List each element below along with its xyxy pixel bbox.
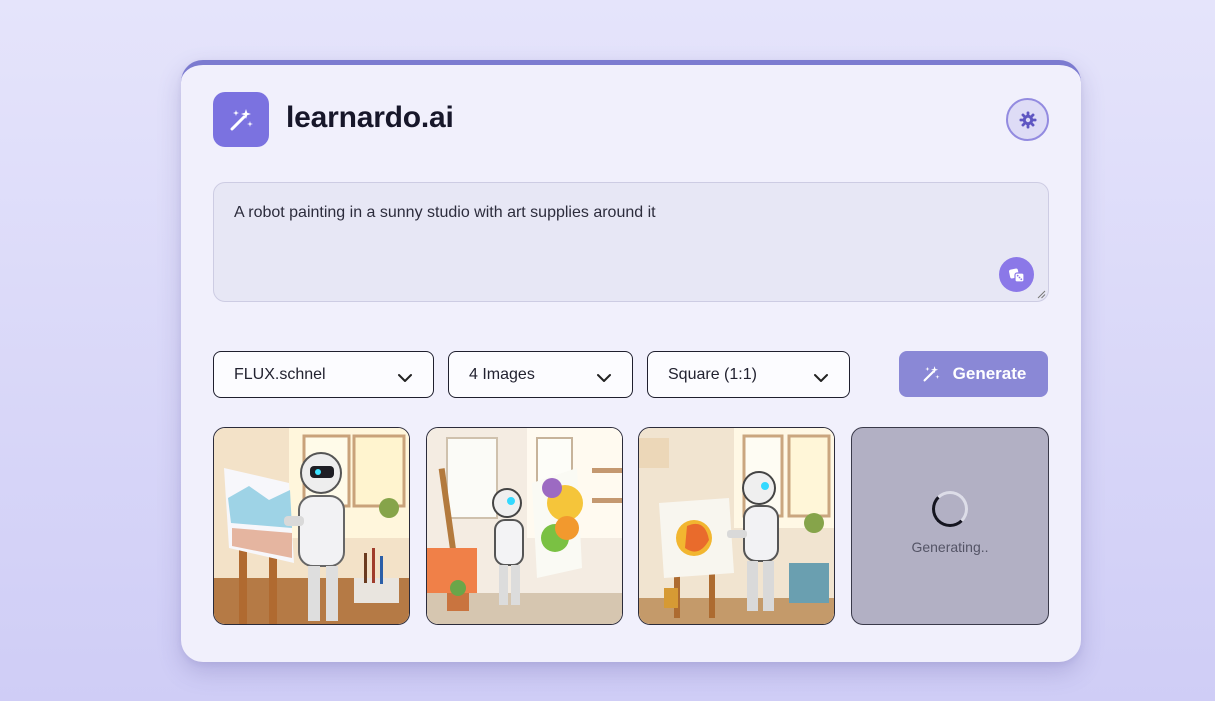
brand-name: learnardo.ai [286,101,454,134]
model-select[interactable]: FLUX.schnel [213,351,434,398]
generator-card: learnardo.ai A robot painting in a sunny… [181,60,1081,662]
chevron-down-icon [814,373,828,382]
image-count-select[interactable]: 4 Images [448,351,633,398]
generated-image-1[interactable] [213,427,410,625]
chevron-down-icon [398,373,412,382]
random-prompt-button[interactable] [999,257,1034,292]
generated-image-2[interactable] [426,427,623,625]
prompt-text: A robot painting in a sunny studio with … [234,204,656,221]
gear-icon [1019,111,1036,128]
dice-icon [1008,268,1025,283]
chevron-down-icon [597,373,611,382]
loading-text: Generating.. [911,539,989,555]
resize-handle[interactable] [1037,290,1046,299]
generate-button-label: Generate [952,364,1027,383]
generating-placeholder: Generating.. [851,427,1049,625]
magic-wand-icon [923,366,940,382]
generate-button[interactable]: Generate [899,351,1048,397]
aspect-ratio-select-value: Square (1:1) [668,365,757,383]
prompt-textarea[interactable]: A robot painting in a sunny studio with … [213,182,1049,302]
logo [213,92,269,147]
generated-image-3[interactable] [638,427,835,625]
model-select-value: FLUX.schnel [234,365,326,383]
settings-button[interactable] [1006,98,1049,141]
image-count-select-value: 4 Images [469,365,535,383]
magic-wand-icon [230,108,253,130]
loading-spinner-icon [932,491,968,527]
aspect-ratio-select[interactable]: Square (1:1) [647,351,850,398]
